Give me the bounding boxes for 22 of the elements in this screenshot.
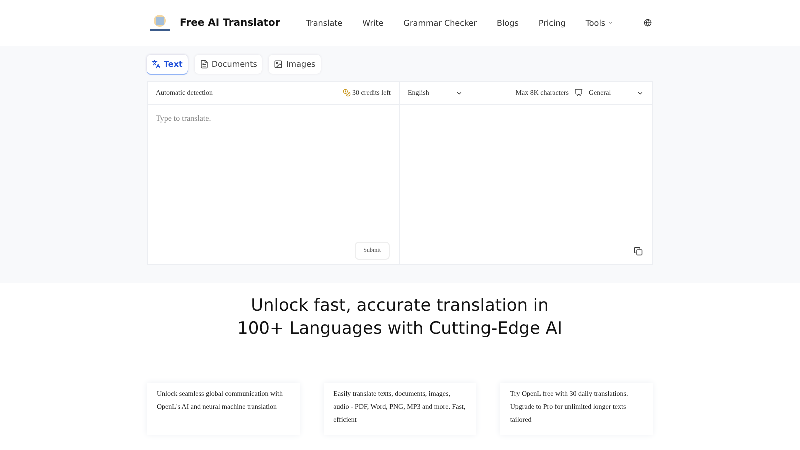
tab[interactable]: Images (269, 55, 321, 74)
nav-link[interactable]: Pricing (538, 18, 566, 28)
caret-icon (608, 20, 614, 26)
nav-link[interactable]: Grammar Checker (404, 18, 478, 28)
globe-icon[interactable] (644, 19, 652, 27)
document-icon (200, 60, 209, 69)
tab[interactable]: Documents (194, 55, 262, 74)
hero-title: Unlock fast, accurate translation in 100+ Languages with Cutting-Edge AI (236, 295, 564, 341)
board-icon (575, 89, 583, 97)
brand-name: Free AI Translator (180, 18, 280, 28)
caret-icon (456, 90, 463, 96)
nav-link[interactable]: Translate (306, 18, 343, 28)
image-icon (274, 60, 284, 69)
tab[interactable]: Text (147, 55, 188, 74)
nav-link[interactable]: Tools (586, 18, 614, 28)
caret-icon (637, 90, 644, 96)
logo-icon[interactable] (148, 14, 172, 32)
coin-icon (342, 89, 350, 97)
nav-link[interactable]: Blogs (497, 18, 519, 28)
copy-icon[interactable] (634, 247, 643, 256)
translate-icon (152, 60, 161, 69)
nav-link[interactable]: Write (362, 18, 384, 28)
